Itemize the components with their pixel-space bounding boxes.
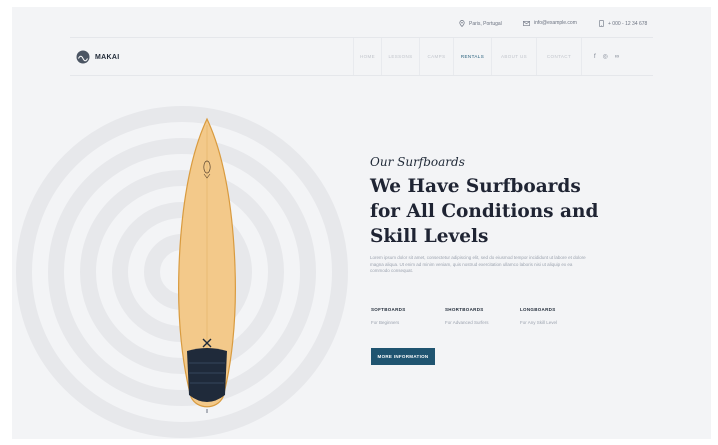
location-info[interactable]: Paris, Portugal xyxy=(459,20,502,27)
category-title: SOFTBOARDS xyxy=(371,307,406,312)
category-subtitle: For Any Skill Level xyxy=(520,320,558,325)
nav-item-contact[interactable]: CONTACT xyxy=(536,38,581,75)
category-softboards[interactable]: SOFTBOARDS For Beginners xyxy=(371,307,406,325)
nav-item-home[interactable]: HOME xyxy=(353,38,381,75)
hero-paragraph: Lorem ipsum dolor sit amet, consectetur … xyxy=(370,255,586,273)
logo-text: MAKAI xyxy=(95,53,120,61)
social-links: f ◎ ∞ xyxy=(581,38,619,75)
email-text: info@example.com xyxy=(534,20,577,26)
logo-mark-icon xyxy=(76,50,90,64)
email-info[interactable]: info@example.com xyxy=(523,20,577,26)
site-logo[interactable]: MAKAI xyxy=(76,50,119,64)
tripadvisor-icon[interactable]: ∞ xyxy=(615,54,619,60)
category-shortboards[interactable]: SHORTBOARDS For Advanced Surfers xyxy=(445,307,489,325)
nav-item-camps[interactable]: CAMPS xyxy=(419,38,453,75)
category-title: LONGBOARDS xyxy=(520,307,556,312)
nav-item-lessons[interactable]: LESSONS xyxy=(381,38,419,75)
headline-line-1: We Have Surfboards xyxy=(370,176,581,197)
surfboard-image xyxy=(178,117,236,413)
section-script-title: Our Surfboards xyxy=(370,155,465,169)
instagram-icon[interactable]: ◎ xyxy=(603,53,608,60)
top-info-bar: Paris, Portugal info@example.com + 000 -… xyxy=(12,7,711,37)
page: Paris, Portugal info@example.com + 000 -… xyxy=(12,7,711,439)
category-subtitle: For Advanced Surfers xyxy=(445,320,489,325)
location-text: Paris, Portugal xyxy=(469,20,502,27)
category-subtitle: For Beginners xyxy=(371,320,400,325)
headline-line-2: for All Conditions and xyxy=(370,201,599,222)
nav-item-rentals[interactable]: RENTALS xyxy=(453,38,491,75)
envelope-icon xyxy=(523,20,530,26)
map-pin-icon xyxy=(459,20,465,27)
category-longboards[interactable]: LONGBOARDS For Any Skill Level xyxy=(520,307,557,325)
headline-line-3: Skill Levels xyxy=(370,226,489,247)
phone-text: + 000 - 12 34 678 xyxy=(608,20,648,27)
category-title: SHORTBOARDS xyxy=(445,307,484,312)
hero-headline: We Have Surfboards for All Conditions an… xyxy=(370,174,610,249)
more-information-button[interactable]: MORE INFORMATION xyxy=(371,348,435,365)
main-navigation: MAKAI HOME LESSONS CAMPS RENTALS ABOUT U… xyxy=(70,37,653,76)
nav-item-about-us[interactable]: ABOUT US xyxy=(491,38,536,75)
phone-info[interactable]: + 000 - 12 34 678 xyxy=(599,20,647,27)
phone-icon xyxy=(599,20,604,27)
facebook-icon[interactable]: f xyxy=(594,54,596,60)
